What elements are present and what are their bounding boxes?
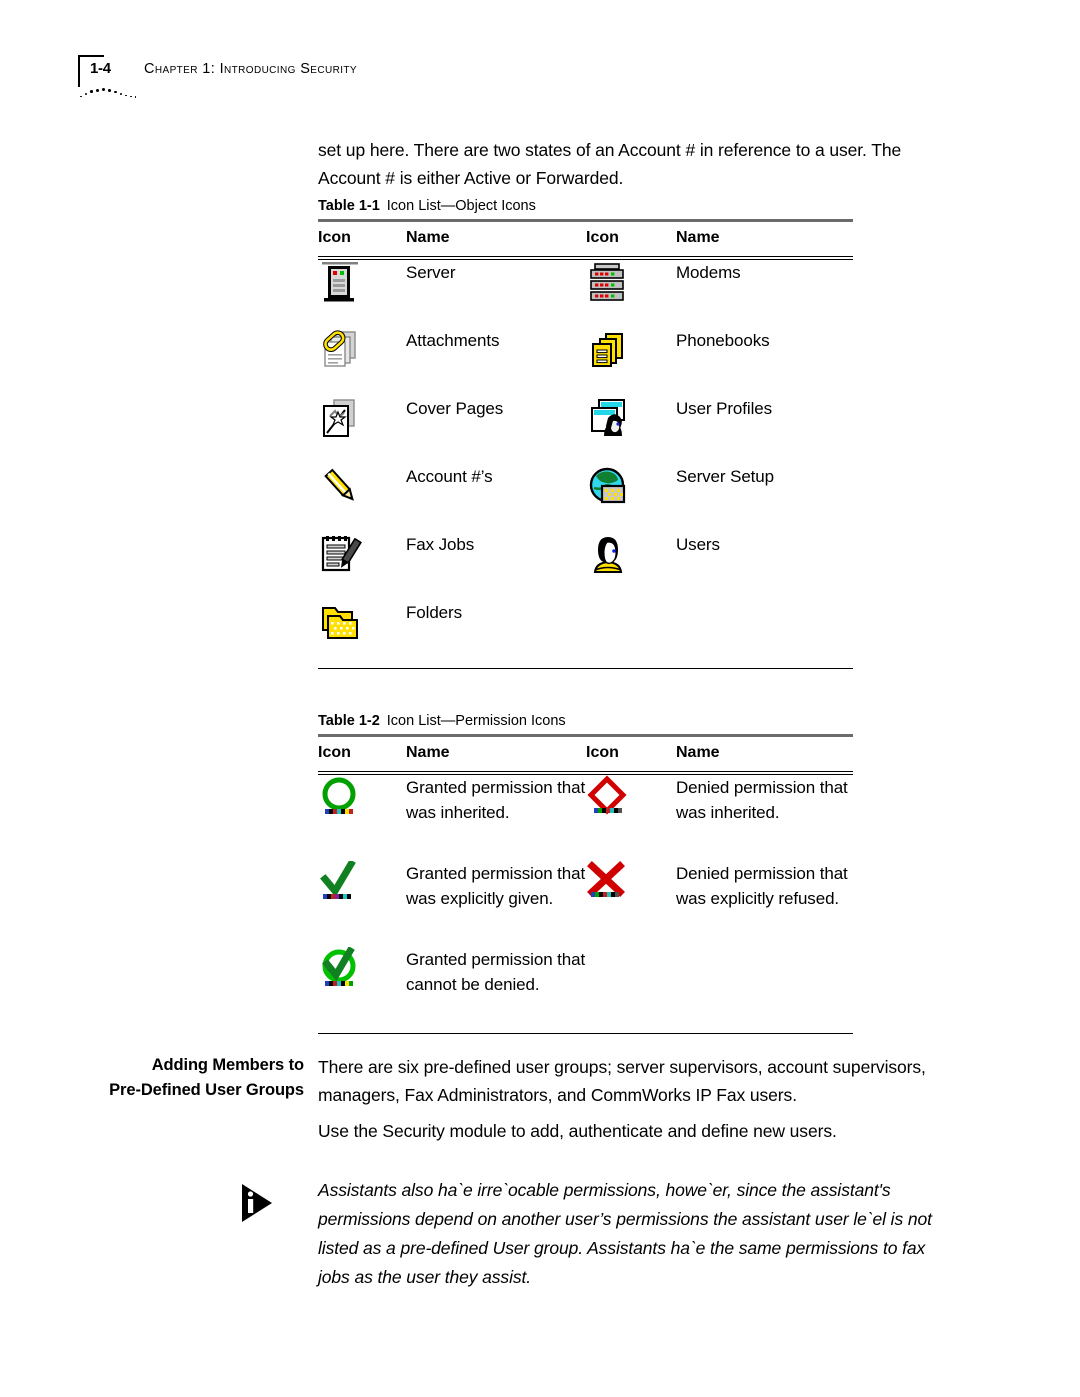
row-name-left: Attachments bbox=[406, 330, 500, 350]
row-icon-left-cell bbox=[318, 396, 406, 464]
info-triangle-icon bbox=[236, 1181, 276, 1225]
row-name-right: User Profiles bbox=[676, 398, 773, 418]
row-icon-right-cell bbox=[586, 328, 676, 396]
table-1-2-header-name-left: Name bbox=[406, 743, 450, 761]
row-icon-right-cell bbox=[586, 600, 676, 668]
row-icon-left-cell bbox=[318, 946, 406, 1033]
running-header: 1-4 Chapter 1: Introducing Security bbox=[78, 55, 678, 105]
row-icon-left-cell bbox=[318, 860, 406, 947]
row-name-left: Fax Jobs bbox=[406, 534, 475, 554]
decorative-dot-arc bbox=[80, 86, 150, 100]
table-row: Granted permission that was explicitly g… bbox=[318, 860, 853, 947]
row-name-right: Users bbox=[676, 534, 720, 554]
row-icon-right-cell bbox=[586, 947, 676, 1033]
row-name-left: Granted permission that was explicitly g… bbox=[406, 863, 586, 908]
row-icon-right-cell bbox=[586, 532, 676, 600]
table-1-2-caption: Table 1-2 Icon List—Permission Icons bbox=[318, 713, 853, 734]
green-circle-check-icon bbox=[318, 946, 362, 991]
modems-icon bbox=[586, 260, 630, 304]
row-name-left: Account #’s bbox=[406, 466, 493, 486]
row-icon-left-cell bbox=[318, 775, 406, 861]
row-name-right: Modems bbox=[676, 262, 741, 282]
fax-jobs-icon bbox=[318, 532, 362, 576]
table-1-1-grid: Icon Name Icon Name bbox=[318, 222, 853, 256]
table-1-2-header-row: Icon Name Icon Name bbox=[318, 737, 853, 771]
section-paragraph-2: Use the Security module to add, authenti… bbox=[318, 1121, 837, 1141]
row-name-right: Denied permission that was inherited. bbox=[676, 777, 848, 822]
red-diamond-icon bbox=[586, 774, 630, 819]
table-1-1-body: Server Modems Attachments Phonebooks Cover P… bbox=[318, 260, 853, 668]
note-paragraph: Assistants also haˋe irreˋocable permiss… bbox=[318, 1180, 932, 1287]
row-icon-left-cell bbox=[318, 464, 406, 532]
row-name-left: Server bbox=[406, 262, 456, 282]
table-row: Server Modems bbox=[318, 260, 853, 328]
green-circle-icon bbox=[318, 775, 362, 819]
users-icon bbox=[586, 532, 630, 576]
row-name-right: Phonebooks bbox=[676, 330, 770, 350]
table-row: Fax Jobs Users bbox=[318, 532, 853, 600]
account-numbers-icon bbox=[318, 464, 362, 508]
table-1-2-header-icon-left: Icon bbox=[318, 743, 351, 761]
table-1-2-grid: Icon Name Icon Name bbox=[318, 737, 853, 771]
row-icon-left-cell bbox=[318, 328, 406, 396]
section-side-heading: Adding Members to Pre-Defined User Group… bbox=[96, 1053, 304, 1103]
row-icon-right-cell bbox=[586, 396, 676, 464]
row-icon-left-cell bbox=[318, 532, 406, 600]
header-horizontal-rule bbox=[78, 55, 104, 57]
table-row: Folders bbox=[318, 600, 853, 668]
table-1-1-header-name-left: Name bbox=[406, 228, 450, 246]
table-1-2-body: Granted permission that was inherited. De… bbox=[318, 774, 853, 1033]
attachments-icon bbox=[318, 328, 362, 372]
table-1-1-header-icon-left: Icon bbox=[318, 228, 351, 246]
row-name-right bbox=[676, 600, 853, 668]
side-heading-line-2: Pre-Defined User Groups bbox=[109, 1081, 304, 1099]
table-row: Attachments Phonebooks bbox=[318, 328, 853, 396]
table-1-2-caption-label: Table 1-2 bbox=[318, 713, 380, 729]
user-profiles-icon bbox=[586, 396, 630, 440]
table-1-1-caption: Table 1-1 Icon List—Object Icons bbox=[318, 198, 853, 219]
table-row: Granted permission that cannot be denied… bbox=[318, 946, 853, 1033]
server-icon bbox=[318, 260, 362, 304]
table-1-2-header-name-right: Name bbox=[676, 743, 720, 761]
table-1-1-header-icon-right: Icon bbox=[586, 228, 619, 246]
row-icon-right-cell bbox=[586, 774, 676, 861]
table-row: Granted permission that was inherited. De… bbox=[318, 774, 853, 861]
table-1-2: Table 1-2 Icon List—Permission Icons Icon… bbox=[318, 713, 853, 1034]
table-1-1: Table 1-1 Icon List—Object Icons Icon Nam… bbox=[318, 198, 853, 669]
server-setup-icon bbox=[586, 464, 630, 508]
chapter-title: Chapter 1: Introducing Security bbox=[144, 61, 357, 77]
row-name-right: Server Setup bbox=[676, 466, 775, 486]
row-icon-left-cell bbox=[318, 600, 406, 668]
cover-pages-icon bbox=[318, 396, 362, 440]
table-1-2-header-icon-right: Icon bbox=[586, 743, 619, 761]
row-name-left: Folders bbox=[406, 602, 462, 622]
table-1-1-header-row: Icon Name Icon Name bbox=[318, 222, 853, 256]
phonebooks-icon bbox=[586, 328, 630, 372]
table-1-1-bottom-rule bbox=[318, 667, 853, 669]
table-1-1-header-name-right: Name bbox=[676, 228, 720, 246]
table-1-1-caption-label: Table 1-1 bbox=[318, 198, 380, 214]
intro-paragraph: set up here. There are two states of an … bbox=[318, 140, 902, 188]
row-name-right: Denied permission that was explicitly re… bbox=[676, 863, 848, 908]
green-check-icon bbox=[318, 860, 362, 905]
section-paragraph-1: There are six pre-defined user groups; s… bbox=[318, 1057, 926, 1105]
row-name-left: Granted permission that was inherited. bbox=[406, 777, 586, 822]
table-row: Cover Pages User Profiles bbox=[318, 396, 853, 464]
table-row: Account #’s Server Setup bbox=[318, 464, 853, 532]
row-icon-right-cell bbox=[586, 860, 676, 947]
table-1-2-bottom-rule bbox=[318, 1032, 853, 1034]
row-name-left: Cover Pages bbox=[406, 398, 504, 418]
table-1-1-caption-title: Icon List—Object Icons bbox=[386, 198, 536, 214]
header-vertical-rule bbox=[78, 55, 80, 87]
folders-icon bbox=[318, 600, 362, 644]
page-number: 1-4 bbox=[90, 60, 111, 77]
row-name-right bbox=[676, 947, 853, 1033]
side-heading-line-1: Adding Members to bbox=[151, 1056, 304, 1074]
row-icon-right-cell bbox=[586, 464, 676, 532]
row-icon-left-cell bbox=[318, 260, 406, 328]
table-1-2-caption-title: Icon List—Permission Icons bbox=[386, 713, 566, 729]
red-x-icon bbox=[586, 860, 630, 905]
row-name-left: Granted permission that cannot be denied… bbox=[406, 949, 586, 994]
row-icon-right-cell bbox=[586, 260, 676, 328]
